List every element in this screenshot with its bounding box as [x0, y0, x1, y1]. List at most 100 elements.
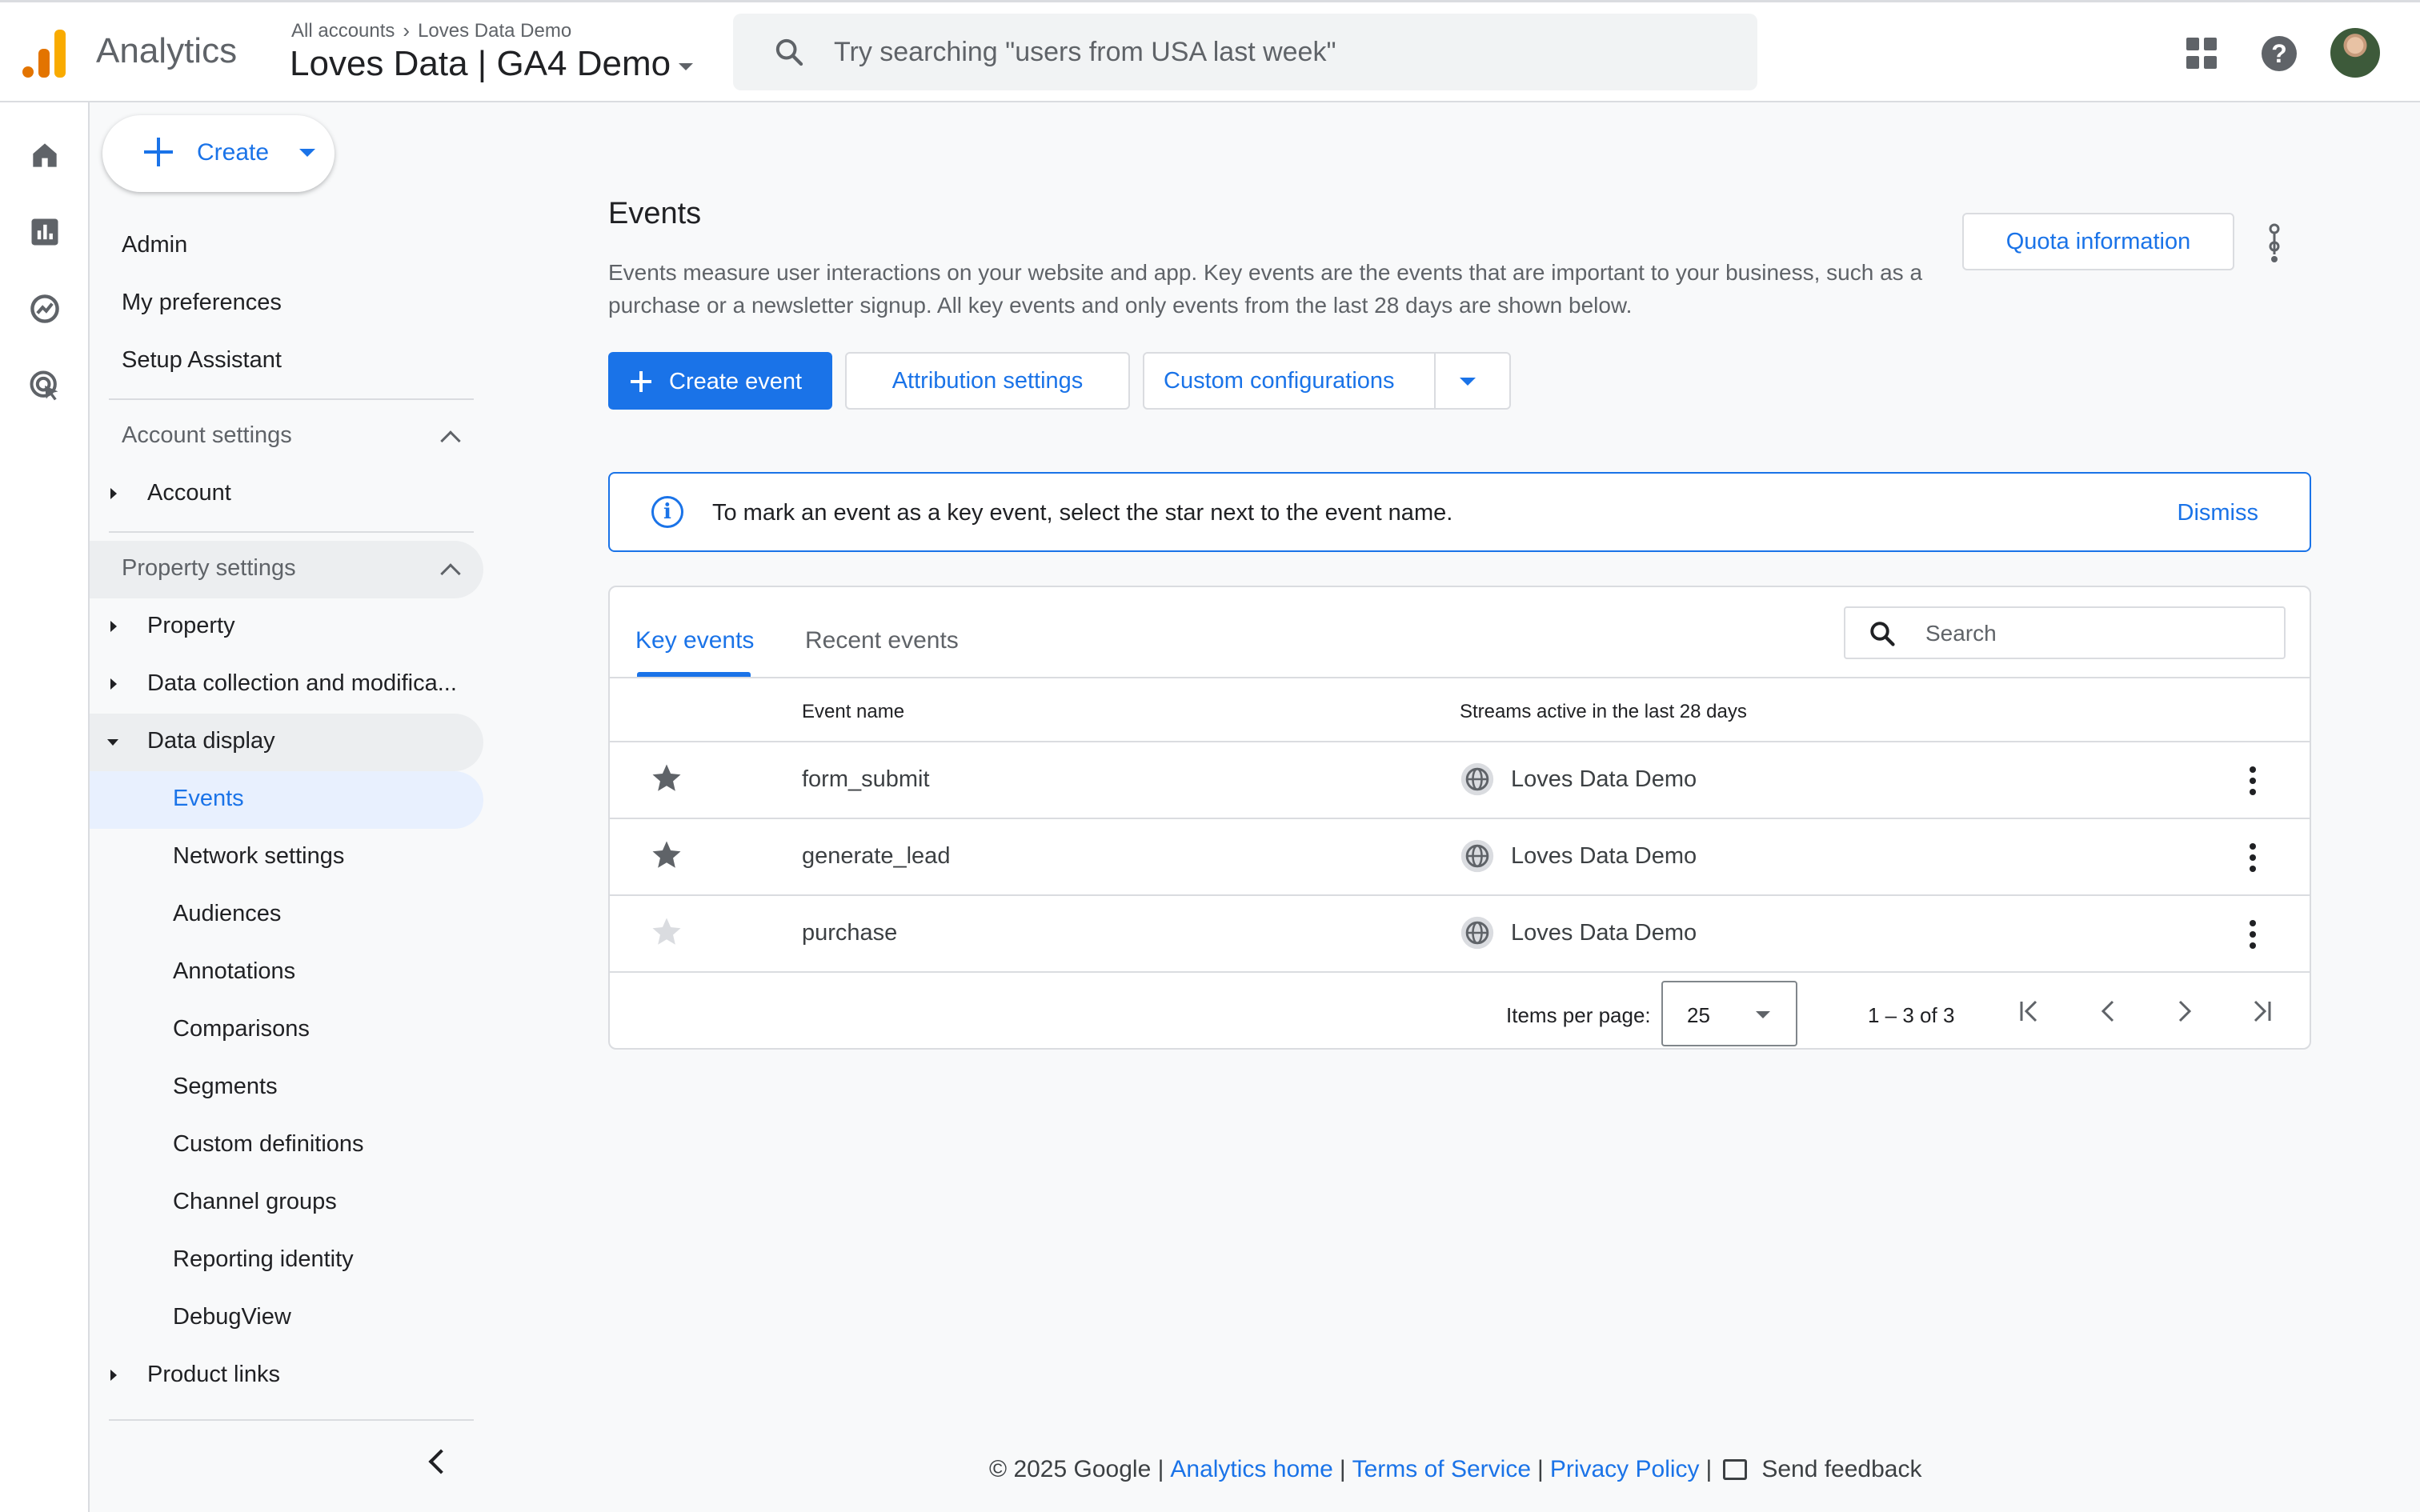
- star-outline-icon[interactable]: [650, 915, 683, 949]
- stream-name: Loves Data Demo: [1511, 766, 1697, 792]
- feedback-icon[interactable]: [1723, 1459, 1748, 1480]
- avatar[interactable]: [2329, 26, 2382, 79]
- section-property-settings[interactable]: Property settings: [122, 555, 296, 582]
- table-search-input[interactable]: [1925, 619, 2262, 648]
- apps-grid-icon[interactable]: [2186, 38, 2218, 70]
- caret-down-icon: [1756, 1011, 1770, 1018]
- create-button[interactable]: Create: [102, 115, 335, 192]
- caret-down-icon[interactable]: [1460, 378, 1476, 386]
- column-header-streams: Streams active in the last 28 days: [1460, 701, 1747, 722]
- section-account-settings[interactable]: Account settings: [122, 422, 292, 449]
- custom-configurations-button[interactable]: Custom configurations: [1143, 352, 1511, 410]
- breadcrumb[interactable]: All accounts › Loves Data Demo: [291, 18, 571, 43]
- property-name[interactable]: Loves Data | GA4 Demo: [290, 44, 671, 84]
- sidebar-item-reporting-identity[interactable]: Reporting identity: [173, 1246, 354, 1273]
- expand-arrow-icon[interactable]: [110, 1370, 117, 1381]
- sidebar-item-segments[interactable]: Segments: [173, 1074, 278, 1100]
- breadcrumb-account[interactable]: Loves Data Demo: [418, 20, 571, 42]
- sidebar-item-admin[interactable]: Admin: [122, 232, 187, 258]
- sidebar-item-property[interactable]: Property: [147, 613, 235, 639]
- star-icon[interactable]: [650, 762, 683, 795]
- previous-page-icon[interactable]: [2092, 994, 2124, 1029]
- expand-arrow-icon[interactable]: [110, 621, 117, 632]
- sidebar-item-custom-definitions[interactable]: Custom definitions: [173, 1131, 364, 1158]
- search-icon: [775, 38, 803, 66]
- send-feedback-link[interactable]: Send feedback: [1761, 1456, 1921, 1483]
- table-search[interactable]: [1844, 606, 2286, 659]
- sidebar-item-account[interactable]: Account: [147, 480, 231, 506]
- sidebar-item-data-display[interactable]: Data display: [147, 728, 275, 754]
- top-bar: Analytics All accounts › Loves Data Demo…: [0, 0, 2420, 102]
- stream-name: Loves Data Demo: [1511, 920, 1697, 946]
- tab-recent-events[interactable]: Recent events: [805, 627, 959, 654]
- split-divider: [1434, 352, 1436, 410]
- separator: |: [1705, 1456, 1713, 1482]
- more-options-icon[interactable]: [2266, 222, 2282, 264]
- sidebar-item-data-collection[interactable]: Data collection and modifica...: [147, 670, 457, 697]
- plus-icon: [144, 138, 173, 166]
- items-per-page-select[interactable]: 25: [1661, 981, 1797, 1046]
- sidebar-item-channel-groups[interactable]: Channel groups: [173, 1189, 337, 1215]
- pagination-range: 1 – 3 of 3: [1868, 1003, 1955, 1027]
- sidebar-item-my-preferences[interactable]: My preferences: [122, 290, 282, 316]
- divider: [109, 531, 474, 533]
- chevron-up-icon[interactable]: [440, 430, 461, 451]
- terms-link[interactable]: Terms of Service: [1352, 1456, 1531, 1483]
- sidebar-item-audiences[interactable]: Audiences: [173, 901, 281, 927]
- kebab-menu-icon[interactable]: [2249, 842, 2257, 874]
- sidebar-item-network-settings[interactable]: Network settings: [173, 843, 344, 870]
- privacy-link[interactable]: Privacy Policy: [1550, 1456, 1700, 1483]
- sidebar-item-events[interactable]: Events: [173, 786, 244, 812]
- info-icon: i: [651, 496, 683, 528]
- page-title: Events: [608, 197, 702, 230]
- breadcrumb-all-accounts[interactable]: All accounts: [291, 20, 395, 42]
- help-icon[interactable]: ?: [2262, 36, 2297, 71]
- expand-arrow-icon[interactable]: [110, 488, 117, 499]
- sidebar: Create Admin My preferences Setup Assist…: [90, 102, 498, 1512]
- left-rail: [0, 102, 90, 1512]
- analytics-logo-icon[interactable]: [22, 26, 67, 78]
- plus-icon: [631, 371, 651, 392]
- star-icon[interactable]: [650, 838, 683, 872]
- reports-icon[interactable]: [27, 214, 62, 250]
- divider: [610, 677, 2310, 678]
- explore-icon[interactable]: [27, 291, 62, 326]
- divider: [109, 398, 474, 400]
- kebab-menu-icon[interactable]: [2249, 765, 2257, 797]
- quota-information-button[interactable]: Quota information: [1962, 213, 2234, 270]
- expand-arrow-icon[interactable]: [110, 678, 117, 690]
- collapse-sidebar-icon[interactable]: [428, 1449, 454, 1474]
- property-selector[interactable]: Loves Data | GA4 Demo: [290, 44, 694, 84]
- first-page-icon[interactable]: [2013, 994, 2045, 1029]
- separator: |: [1537, 1456, 1544, 1482]
- search-icon: [1870, 622, 1895, 646]
- event-name: generate_lead: [802, 843, 951, 869]
- global-search-input[interactable]: [834, 30, 1714, 74]
- sidebar-item-annotations[interactable]: Annotations: [173, 958, 295, 985]
- last-page-icon[interactable]: [2246, 994, 2278, 1029]
- attribution-settings-button[interactable]: Attribution settings: [845, 352, 1130, 410]
- sidebar-item-setup-assistant[interactable]: Setup Assistant: [122, 347, 282, 374]
- caret-down-icon[interactable]: [299, 149, 315, 157]
- home-icon[interactable]: [27, 138, 62, 173]
- page-description: Events measure user interactions on your…: [608, 260, 1923, 318]
- global-search[interactable]: [733, 14, 1757, 90]
- tab-key-events[interactable]: Key events: [635, 627, 754, 654]
- kebab-menu-icon[interactable]: [2249, 918, 2257, 950]
- sidebar-item-product-links[interactable]: Product links: [147, 1362, 280, 1388]
- sidebar-item-debugview[interactable]: DebugView: [173, 1304, 291, 1330]
- create-event-button[interactable]: Create event: [608, 352, 832, 410]
- column-header-event-name[interactable]: Event name: [802, 701, 904, 723]
- app-name: Analytics: [96, 31, 238, 70]
- chevron-right-icon: ›: [403, 18, 411, 42]
- sidebar-item-comparisons[interactable]: Comparisons: [173, 1016, 310, 1042]
- table-row: generate_lead Loves Data Demo: [610, 818, 2310, 894]
- caret-down-icon[interactable]: [679, 62, 694, 70]
- next-page-icon[interactable]: [2169, 994, 2201, 1029]
- advertising-icon[interactable]: [27, 368, 62, 403]
- collapse-arrow-icon[interactable]: [107, 739, 118, 746]
- divider: [109, 1419, 474, 1421]
- dismiss-button[interactable]: Dismiss: [2178, 500, 2259, 526]
- analytics-home-link[interactable]: Analytics home: [1170, 1456, 1332, 1483]
- divider: [610, 971, 2310, 973]
